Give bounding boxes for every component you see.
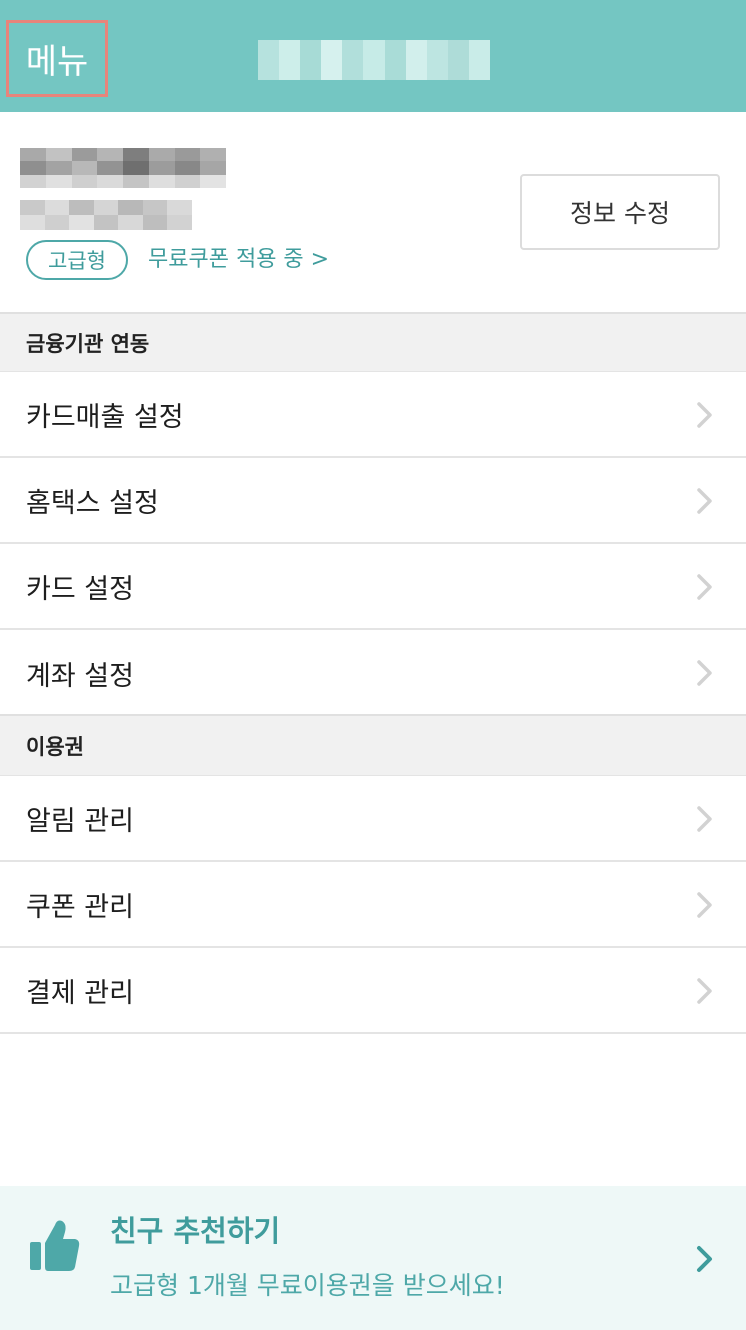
profile-card: 고급형 무료쿠폰 적용 중 > 정보 수정	[0, 112, 746, 312]
plan-badge-label: 고급형	[48, 249, 106, 273]
edit-profile-button[interactable]: 정보 수정	[520, 174, 720, 250]
menu-item-hometax-settings[interactable]: 홈택스 설정	[0, 458, 746, 544]
section-header-financial-link: 금융기관 연동	[0, 312, 746, 372]
menu-item-label: 계좌 설정	[26, 660, 134, 692]
menu-item-card-sales-settings[interactable]: 카드매출 설정	[0, 372, 746, 458]
menu-label: 메뉴	[25, 42, 89, 82]
edit-profile-label: 정보 수정	[570, 199, 670, 228]
menu-item-label: 쿠폰 관리	[26, 891, 134, 923]
menu-item-account-settings[interactable]: 계좌 설정	[0, 630, 746, 716]
chevron-right-icon	[697, 574, 712, 600]
menu-item-label: 카드 설정	[26, 573, 134, 605]
referral-title: 친구 추천하기	[110, 1214, 281, 1248]
chevron-right-icon	[697, 488, 712, 514]
coupon-status-link[interactable]: 무료쿠폰 적용 중 >	[148, 244, 329, 276]
menu-item-payment-management[interactable]: 결제 관리	[0, 948, 746, 1034]
menu-item-label: 카드매출 설정	[26, 401, 184, 433]
section-header-subscription: 이용권	[0, 714, 746, 776]
section-title: 금융기관 연동	[26, 331, 150, 356]
chevron-right-icon	[697, 806, 712, 832]
chevron-right-icon	[697, 402, 712, 428]
menu-item-label: 홈택스 설정	[26, 487, 159, 519]
plan-badge: 고급형	[26, 240, 128, 280]
app-header: 메뉴	[0, 0, 746, 112]
menu-button[interactable]: 메뉴	[6, 20, 108, 97]
menu-item-card-settings[interactable]: 카드 설정	[0, 544, 746, 630]
chevron-right-icon	[697, 660, 712, 686]
redacted-username	[20, 148, 226, 188]
redacted-title	[258, 40, 491, 80]
redacted-email	[20, 200, 192, 230]
referral-banner[interactable]: 친구 추천하기 고급형 1개월 무료이용권을 받으세요!	[0, 1186, 746, 1330]
chevron-right-icon	[697, 978, 712, 1004]
section-title: 이용권	[26, 734, 84, 759]
chevron-right-icon	[697, 892, 712, 918]
menu-item-notification-management[interactable]: 알림 관리	[0, 776, 746, 862]
thumbs-up-icon	[30, 1220, 80, 1271]
menu-item-label: 알림 관리	[26, 805, 134, 837]
menu-item-coupon-management[interactable]: 쿠폰 관리	[0, 862, 746, 948]
chevron-right-icon	[697, 1246, 712, 1272]
menu-item-label: 결제 관리	[26, 977, 134, 1009]
referral-subtitle: 고급형 1개월 무료이용권을 받으세요!	[110, 1271, 505, 1300]
